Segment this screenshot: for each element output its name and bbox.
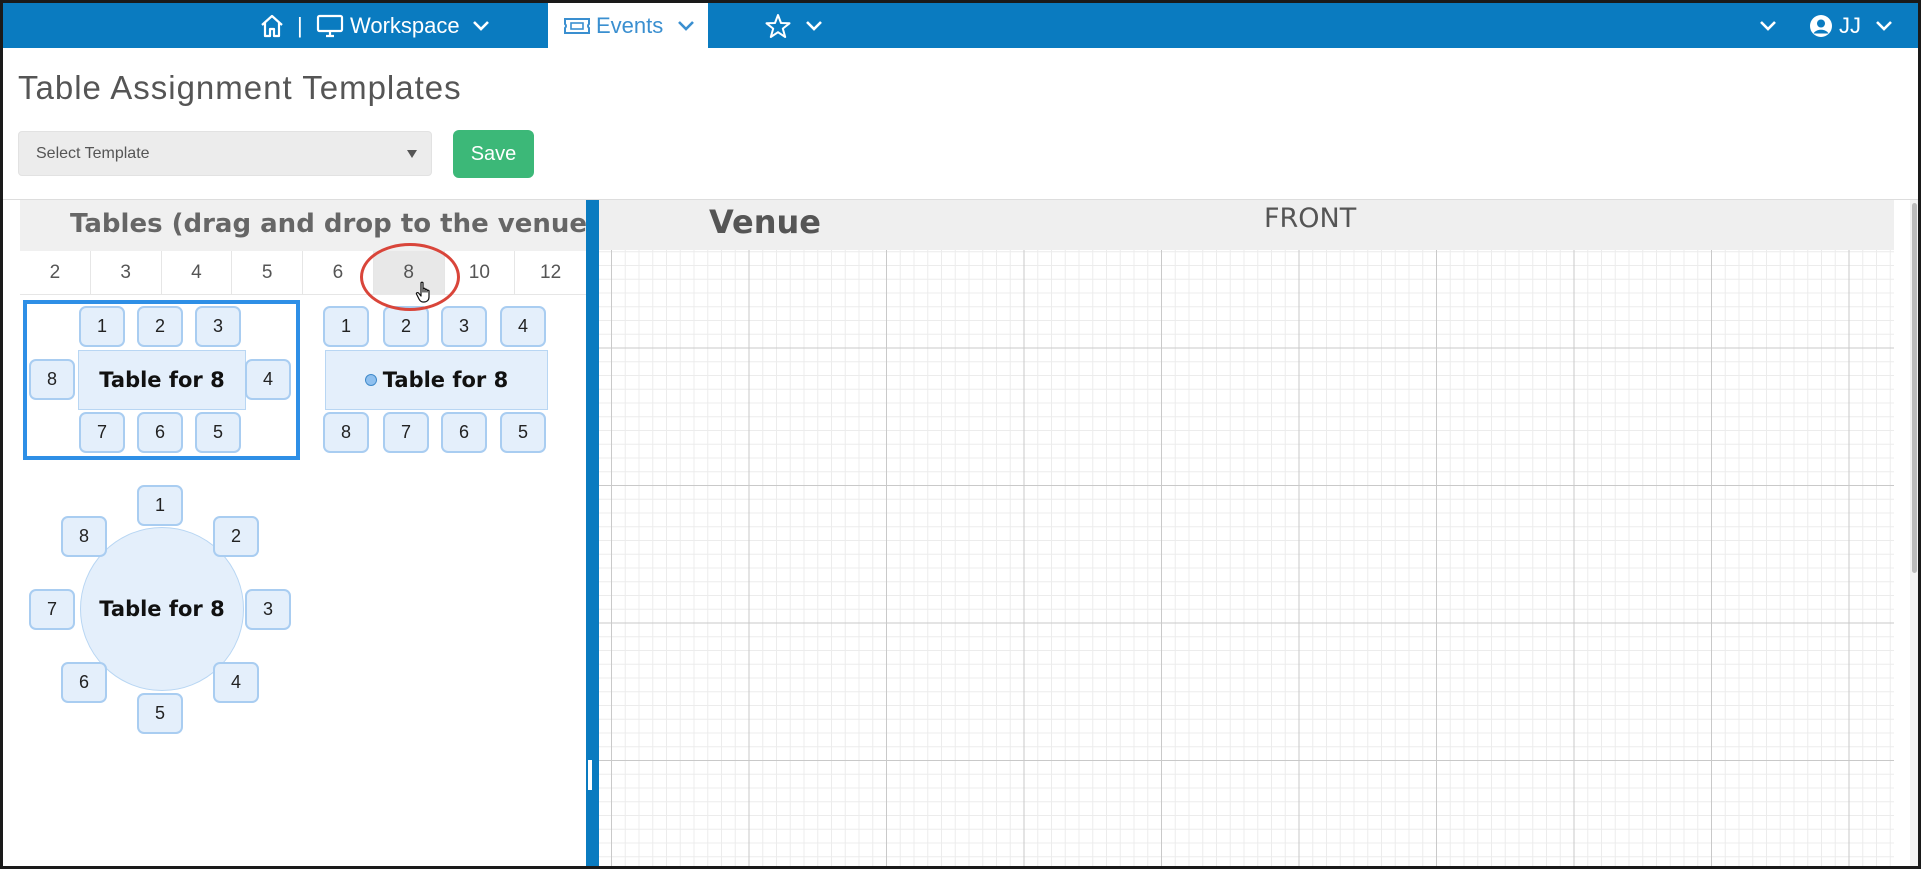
venue-front-label: FRONT [1264,203,1357,234]
chevron-down-icon [806,20,822,31]
user-label: JJ [1839,12,1861,38]
seat[interactable]: 1 [323,306,369,347]
chevron-down-icon [678,20,695,31]
tab-size-4[interactable]: 4 [162,251,233,295]
caret-down-icon [407,150,417,158]
seat[interactable]: 1 [79,306,125,347]
seat[interactable]: 6 [137,412,183,453]
seat[interactable]: 4 [245,359,291,400]
user-circle-icon [1810,14,1832,37]
workspace-label: Workspace [350,12,460,38]
hand-pointer-icon [415,281,430,303]
top-nav: | Workspace Events JJ [3,3,1918,48]
seat[interactable]: 7 [29,589,75,630]
table-label: Table for 8 [382,368,509,392]
chevron-down-icon [472,20,489,31]
seat[interactable]: 7 [383,412,429,453]
page-title: Table Assignment Templates [18,69,462,106]
workspace-menu[interactable]: Workspace [316,3,490,48]
monitor-icon [316,14,344,37]
highlight-annotation [360,243,460,311]
events-label: Events [596,12,664,38]
home-button[interactable] [259,3,285,48]
seat[interactable]: 6 [61,662,107,703]
more-menu[interactable] [1759,3,1777,48]
seat[interactable]: 5 [195,412,241,453]
seat[interactable]: 7 [79,412,125,453]
seat[interactable]: 8 [323,412,369,453]
table-template-banquet[interactable]: Table for 8 [325,350,548,410]
template-select[interactable]: Select Template [18,131,432,176]
template-select-placeholder: Select Template [36,144,150,162]
table-shape[interactable]: Table for 8 [78,350,246,410]
venue-header: Venue FRONT [599,200,1894,250]
seat[interactable]: 6 [441,412,487,453]
seat[interactable]: 3 [245,589,291,630]
chevron-down-icon [1760,20,1776,31]
seat[interactable]: 5 [500,412,546,453]
tab-size-5[interactable]: 5 [232,251,303,295]
seat[interactable]: 4 [213,662,259,703]
table-size-tabs: 2 3 4 5 6 8 10 12 [20,251,586,295]
seat[interactable]: 2 [137,306,183,347]
user-menu[interactable]: JJ [1809,3,1893,48]
palette-title: Tables (drag and drop to the venue palet… [70,209,586,239]
seat[interactable]: 8 [29,359,75,400]
seat[interactable]: 2 [213,516,259,557]
seat[interactable]: 2 [383,306,429,347]
star-icon [765,13,791,38]
venue-title: Venue [709,203,821,241]
tab-size-2[interactable]: 2 [20,251,91,295]
seat[interactable]: 4 [500,306,546,347]
palette-header: Tables (drag and drop to the venue palet… [20,200,586,251]
venue-canvas: Venue FRONT [599,200,1894,866]
tab-size-12[interactable]: 12 [515,251,586,295]
home-icon [261,14,283,37]
events-menu[interactable]: Events [548,3,708,48]
favorites-menu[interactable] [765,3,823,48]
seat[interactable]: 3 [195,306,241,347]
seat[interactable]: 3 [441,306,487,347]
ticket-icon [564,17,590,34]
venue-grid[interactable] [599,250,1894,866]
tab-size-3[interactable]: 3 [91,251,162,295]
seat[interactable]: 5 [137,693,183,734]
app-window: | Workspace Events JJ Table Assignment T… [0,0,1921,869]
drag-handle-icon[interactable] [364,374,377,386]
nav-separator: | [297,12,303,38]
tables-palette: Tables (drag and drop to the venue palet… [20,200,586,866]
seat[interactable]: 1 [137,485,183,526]
scrollbar-thumb[interactable] [1912,203,1917,573]
seat[interactable]: 8 [61,516,107,557]
splitter-grip[interactable] [588,760,592,790]
save-button[interactable]: Save [453,130,534,178]
chevron-down-icon [1876,20,1892,31]
